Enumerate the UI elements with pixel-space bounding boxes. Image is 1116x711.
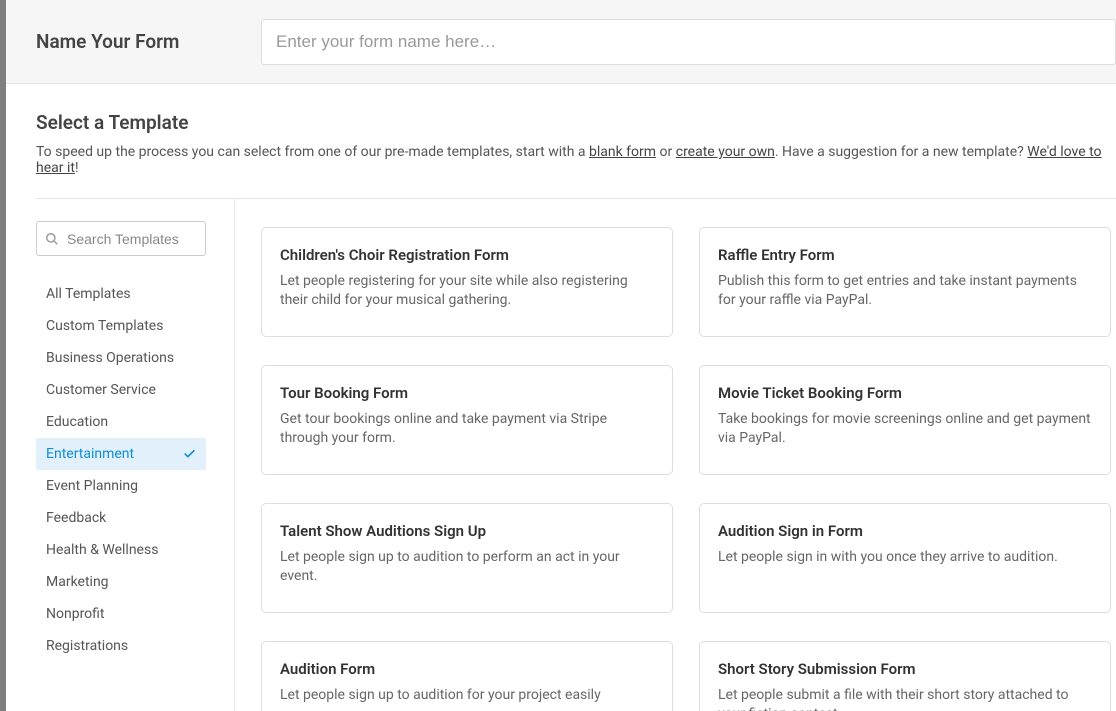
template-card[interactable]: Movie Ticket Booking Form Take bookings f…: [699, 365, 1111, 475]
template-card[interactable]: Talent Show Auditions Sign Up Let people …: [261, 503, 673, 613]
form-name-field-wrap: [261, 19, 1116, 65]
template-card[interactable]: Audition Form Let people sign up to audit…: [261, 641, 673, 711]
category-item[interactable]: Customer Service: [36, 374, 206, 406]
template-title: Movie Ticket Booking Form: [718, 384, 1092, 402]
category-label: Marketing: [46, 574, 109, 590]
category-item[interactable]: Health & Wellness: [36, 534, 206, 566]
category-label: Customer Service: [46, 382, 156, 398]
category-label: Event Planning: [46, 478, 138, 494]
template-desc: Take bookings for movie screenings onlin…: [718, 410, 1092, 448]
blank-form-link[interactable]: blank form: [589, 144, 656, 160]
check-icon: [183, 448, 196, 461]
select-template-subtext: To speed up the process you can select f…: [36, 144, 1116, 176]
category-item[interactable]: Event Planning: [36, 470, 206, 502]
category-item[interactable]: Feedback: [36, 502, 206, 534]
template-search-wrap: [36, 221, 206, 256]
category-label: Entertainment: [46, 446, 134, 462]
category-item[interactable]: Registrations: [36, 630, 206, 662]
category-label: Feedback: [46, 510, 106, 526]
subtext-end: !: [75, 160, 79, 176]
template-desc: Get tour bookings online and take paymen…: [280, 410, 654, 448]
category-item[interactable]: Entertainment: [36, 438, 206, 470]
columns: All Templates Custom Templates Business Op…: [36, 199, 1116, 711]
template-title: Tour Booking Form: [280, 384, 654, 402]
category-label: Nonprofit: [46, 606, 105, 622]
sidebar: All Templates Custom Templates Business Op…: [36, 199, 235, 711]
template-card[interactable]: Raffle Entry Form Publish this form to ge…: [699, 227, 1111, 337]
template-title: Audition Form: [280, 660, 654, 678]
subtext-post: . Have a suggestion for a new template?: [775, 144, 1027, 160]
template-title: Children's Choir Registration Form: [280, 246, 654, 264]
category-label: Education: [46, 414, 108, 430]
subtext-or: or: [656, 144, 676, 160]
template-title: Audition Sign in Form: [718, 522, 1092, 540]
category-label: Custom Templates: [46, 318, 163, 334]
name-form-header: Name Your Form: [6, 0, 1116, 84]
category-list: All Templates Custom Templates Business Op…: [36, 278, 234, 662]
template-desc: Let people sign up to audition to perfor…: [280, 548, 654, 586]
template-search-input[interactable]: [36, 221, 206, 256]
template-desc: Let people submit a file with their shor…: [718, 686, 1092, 711]
template-title: Raffle Entry Form: [718, 246, 1092, 264]
form-name-input[interactable]: [261, 19, 1116, 65]
select-template-heading: Select a Template: [36, 111, 1116, 134]
category-label: Business Operations: [46, 350, 174, 366]
template-desc: Let people sign in with you once they ar…: [718, 548, 1092, 567]
template-desc: Let people registering for your site whi…: [280, 272, 654, 310]
template-card[interactable]: Audition Sign in Form Let people sign in …: [699, 503, 1111, 613]
template-card[interactable]: Short Story Submission Form Let people su…: [699, 641, 1111, 711]
subtext-pre: To speed up the process you can select f…: [36, 144, 589, 160]
category-item[interactable]: Nonprofit: [36, 598, 206, 630]
template-title: Short Story Submission Form: [718, 660, 1092, 678]
category-item[interactable]: Custom Templates: [36, 310, 206, 342]
category-item[interactable]: Business Operations: [36, 342, 206, 374]
create-your-own-link[interactable]: create your own: [676, 144, 775, 160]
template-desc: Let people sign up to audition for your …: [280, 686, 654, 705]
category-label: Health & Wellness: [46, 542, 158, 558]
category-item[interactable]: All Templates: [36, 278, 206, 310]
template-title: Talent Show Auditions Sign Up: [280, 522, 654, 540]
category-label: All Templates: [46, 286, 131, 302]
name-form-title: Name Your Form: [36, 30, 261, 53]
template-section: Select a Template To speed up the proces…: [6, 84, 1116, 711]
template-card[interactable]: Children's Choir Registration Form Let pe…: [261, 227, 673, 337]
template-desc: Publish this form to get entries and tak…: [718, 272, 1092, 310]
category-label: Registrations: [46, 638, 128, 654]
category-item[interactable]: Marketing: [36, 566, 206, 598]
template-grid: Children's Choir Registration Form Let pe…: [235, 199, 1116, 711]
category-item[interactable]: Education: [36, 406, 206, 438]
search-icon: [45, 232, 59, 246]
template-card[interactable]: Tour Booking Form Get tour bookings onlin…: [261, 365, 673, 475]
